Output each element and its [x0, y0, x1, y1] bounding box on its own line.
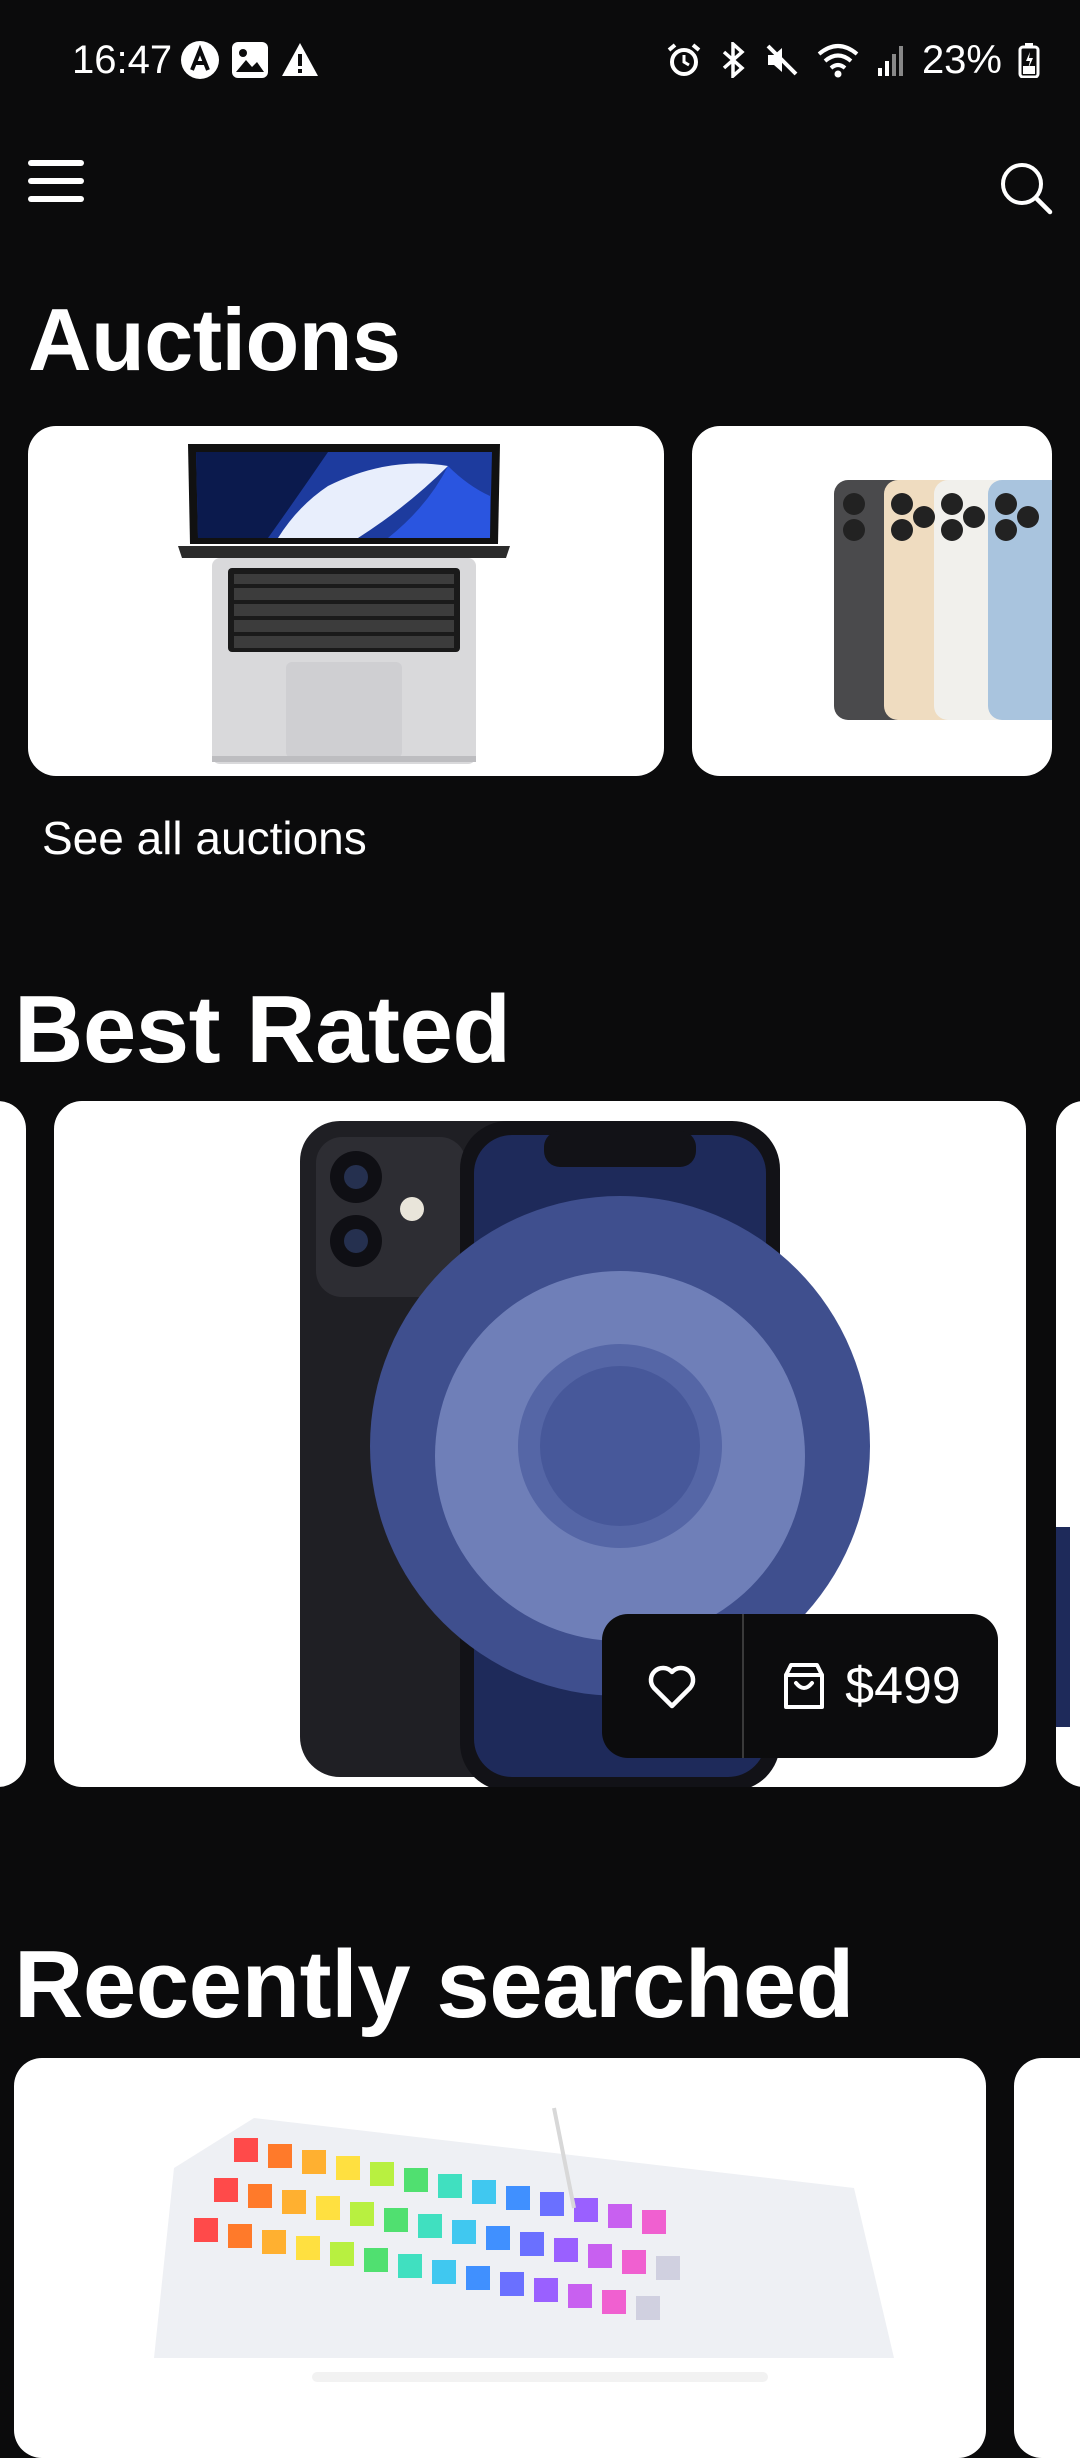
hamburger-menu-icon: [28, 160, 84, 166]
recently-searched-card-next[interactable]: [1014, 2058, 1080, 2458]
wifi-icon: [817, 44, 859, 78]
menu-button[interactable]: [28, 160, 88, 220]
recently-searched-title: Recently searched: [14, 1931, 854, 2038]
alarm-icon: [667, 43, 701, 76]
auctions-title: Auctions: [28, 290, 401, 389]
shopping-bag-icon: [784, 1663, 825, 1709]
bluetooth-icon: [722, 42, 745, 78]
warning-icon: [282, 43, 318, 76]
home-indicator[interactable]: [312, 2372, 768, 2382]
favorite-button[interactable]: [602, 1614, 744, 1758]
iphone-13-pro-colors-image: [834, 480, 1052, 720]
auction-card[interactable]: [28, 426, 664, 776]
gallery-icon: [232, 42, 268, 78]
search-icon: [1001, 163, 1053, 215]
best-rated-card-next[interactable]: [1056, 1101, 1080, 1787]
best-rated-card-previous[interactable]: [0, 1101, 26, 1787]
best-rated-title: Best Rated: [14, 976, 511, 1083]
mute-icon: [766, 44, 798, 76]
macbook-pro-image: [178, 444, 510, 764]
status-left-icons: [180, 40, 320, 80]
auction-card[interactable]: [692, 426, 1052, 776]
signal-icon: [877, 46, 903, 76]
product-action-bar: $499: [602, 1614, 998, 1758]
recently-searched-card[interactable]: [14, 2058, 986, 2458]
app-notification-icon: [181, 41, 219, 79]
status-right-icons: 23%: [666, 36, 1040, 84]
battery-icon: [1018, 43, 1040, 78]
heart-icon: [648, 1665, 696, 1709]
status-time: 16:47: [72, 38, 173, 82]
buy-button[interactable]: $499: [744, 1614, 998, 1758]
rgb-keyboard-image: [154, 2107, 894, 2358]
battery-percentage: 23%: [921, 38, 1002, 82]
search-button[interactable]: [998, 160, 1054, 216]
product-price: $499: [845, 1657, 961, 1715]
see-all-auctions-link[interactable]: See all auctions: [42, 810, 367, 866]
